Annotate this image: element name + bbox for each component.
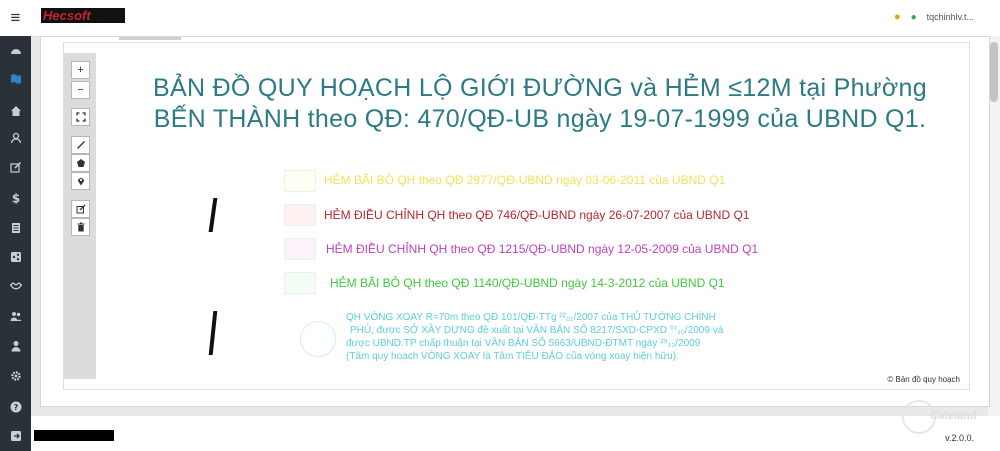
map-attribution: © Bản đồ quy hoạch xyxy=(884,374,963,385)
note-line: QH VÒNG XOAY R=70m theo QĐ 101/QĐ-TTg ²²… xyxy=(346,312,716,323)
roundabout-note: QH VÒNG XOAY R=70m theo QĐ 101/QĐ-TTg ²²… xyxy=(346,311,723,363)
svg-text:?: ? xyxy=(13,403,18,412)
note-line: được UBND.TP chấp thuận tại VĂN BẢN SỐ 5… xyxy=(346,338,701,349)
user-icon[interactable] xyxy=(0,128,31,148)
legend-item-2: HẺM ĐIỀU CHỈNH QH theo QĐ 746/QĐ-UBND ng… xyxy=(324,208,750,222)
gear-icon[interactable] xyxy=(0,366,31,386)
map-title: BẢN ĐỒ QUY HOẠCH LỘ GIỚI ĐƯỜNG và HẺM ≤1… xyxy=(120,73,960,135)
note-line: (Tâm quy hoạch VÒNG XOAY là Tâm TIỂU ĐẢO… xyxy=(346,351,679,362)
help-icon[interactable]: ? xyxy=(0,397,31,417)
line-icon xyxy=(76,141,85,149)
person-icon[interactable] xyxy=(0,336,31,356)
legend-item-4: HẺM BÃI BỎ QH theo QĐ 1140/QĐ-UBND ngày … xyxy=(330,276,725,290)
app-version: v.2.0.0. xyxy=(945,433,974,443)
footer: v.2.0.0. xyxy=(31,416,1000,451)
legend-swatch xyxy=(284,204,316,226)
logout-icon[interactable] xyxy=(0,426,31,446)
note-line: PHỦ, được SỞ XÂY DỰNG đề xuất tại VĂN BẢ… xyxy=(350,325,724,336)
fullscreen-icon xyxy=(75,112,86,122)
top-bar: Hecsoft ● ● tqchinhlv.t... xyxy=(31,0,1000,37)
svg-text:$: $ xyxy=(11,192,19,204)
share-icon[interactable] xyxy=(0,247,31,267)
dashboard-icon[interactable] xyxy=(0,41,31,61)
user-icon: ● xyxy=(910,11,917,23)
marker-icon xyxy=(77,178,84,186)
legend-swatch xyxy=(284,170,316,192)
map-title-line-2: BẾN THÀNH theo QĐ: 470/QĐ-UB ngày 19-07-… xyxy=(153,105,927,133)
handshake-icon[interactable] xyxy=(0,276,31,296)
user-name[interactable]: tqchinhlv.t... xyxy=(927,12,974,22)
user-area: ● ● tqchinhlv.t... xyxy=(894,11,974,23)
legend-item-1: HẺM BÃI BỎ QH theo QĐ 2977/QĐ-UBND ngày … xyxy=(324,173,726,187)
trash-icon xyxy=(77,222,84,232)
fullscreen-button[interactable] xyxy=(71,108,90,126)
zoom-in-button[interactable]: + xyxy=(71,61,90,79)
legend-swatch xyxy=(284,272,316,294)
tab-indicator xyxy=(119,37,181,40)
map-title-line-1: BẢN ĐỒ QUY HOẠCH LỘ GIỚI ĐƯỜNG và HẺM ≤1… xyxy=(153,74,927,102)
draw-line-button[interactable] xyxy=(71,136,90,154)
map-redaction xyxy=(208,198,218,232)
app-logo[interactable]: Hecsoft xyxy=(41,8,125,23)
footer-redaction xyxy=(34,430,114,441)
planning-map[interactable]: + − BẢN ĐỒ QUY HOẠCH LỘ GIỚI ĐƯỜNG và HẺ… xyxy=(63,42,970,390)
polygon-icon xyxy=(76,159,85,167)
edit-layer-button[interactable] xyxy=(71,200,90,218)
delete-layer-button[interactable] xyxy=(71,218,90,236)
map-redaction xyxy=(208,311,218,355)
file-icon[interactable] xyxy=(0,218,31,238)
notification-icon[interactable]: ● xyxy=(894,11,901,23)
watermark-text: Cafeland xyxy=(930,410,977,422)
scrollbar-thumb[interactable] xyxy=(990,42,998,102)
roundabout-symbol xyxy=(300,321,336,357)
menu-toggle-button[interactable]: ≡ xyxy=(0,0,31,36)
legend-swatch xyxy=(284,238,316,260)
edit-icon xyxy=(76,204,85,214)
users-icon[interactable] xyxy=(0,306,31,326)
draw-marker-button[interactable] xyxy=(71,172,90,190)
legend-item-3: HẺM ĐIỀU CHỈNH QH theo QĐ 1215/QĐ-UBND n… xyxy=(326,242,759,256)
home-icon[interactable] xyxy=(0,101,31,121)
zoom-out-button[interactable]: − xyxy=(71,81,90,99)
sidebar: ≡ $ ? xyxy=(0,0,31,451)
dollar-icon[interactable]: $ xyxy=(0,188,31,208)
map-toolbar: + − xyxy=(64,53,96,379)
draw-polygon-button[interactable] xyxy=(71,154,90,172)
edit-icon[interactable] xyxy=(0,157,31,177)
map-icon[interactable] xyxy=(0,69,31,89)
content-panel: + − BẢN ĐỒ QUY HOẠCH LỘ GIỚI ĐƯỜNG và HẺ… xyxy=(40,36,990,407)
